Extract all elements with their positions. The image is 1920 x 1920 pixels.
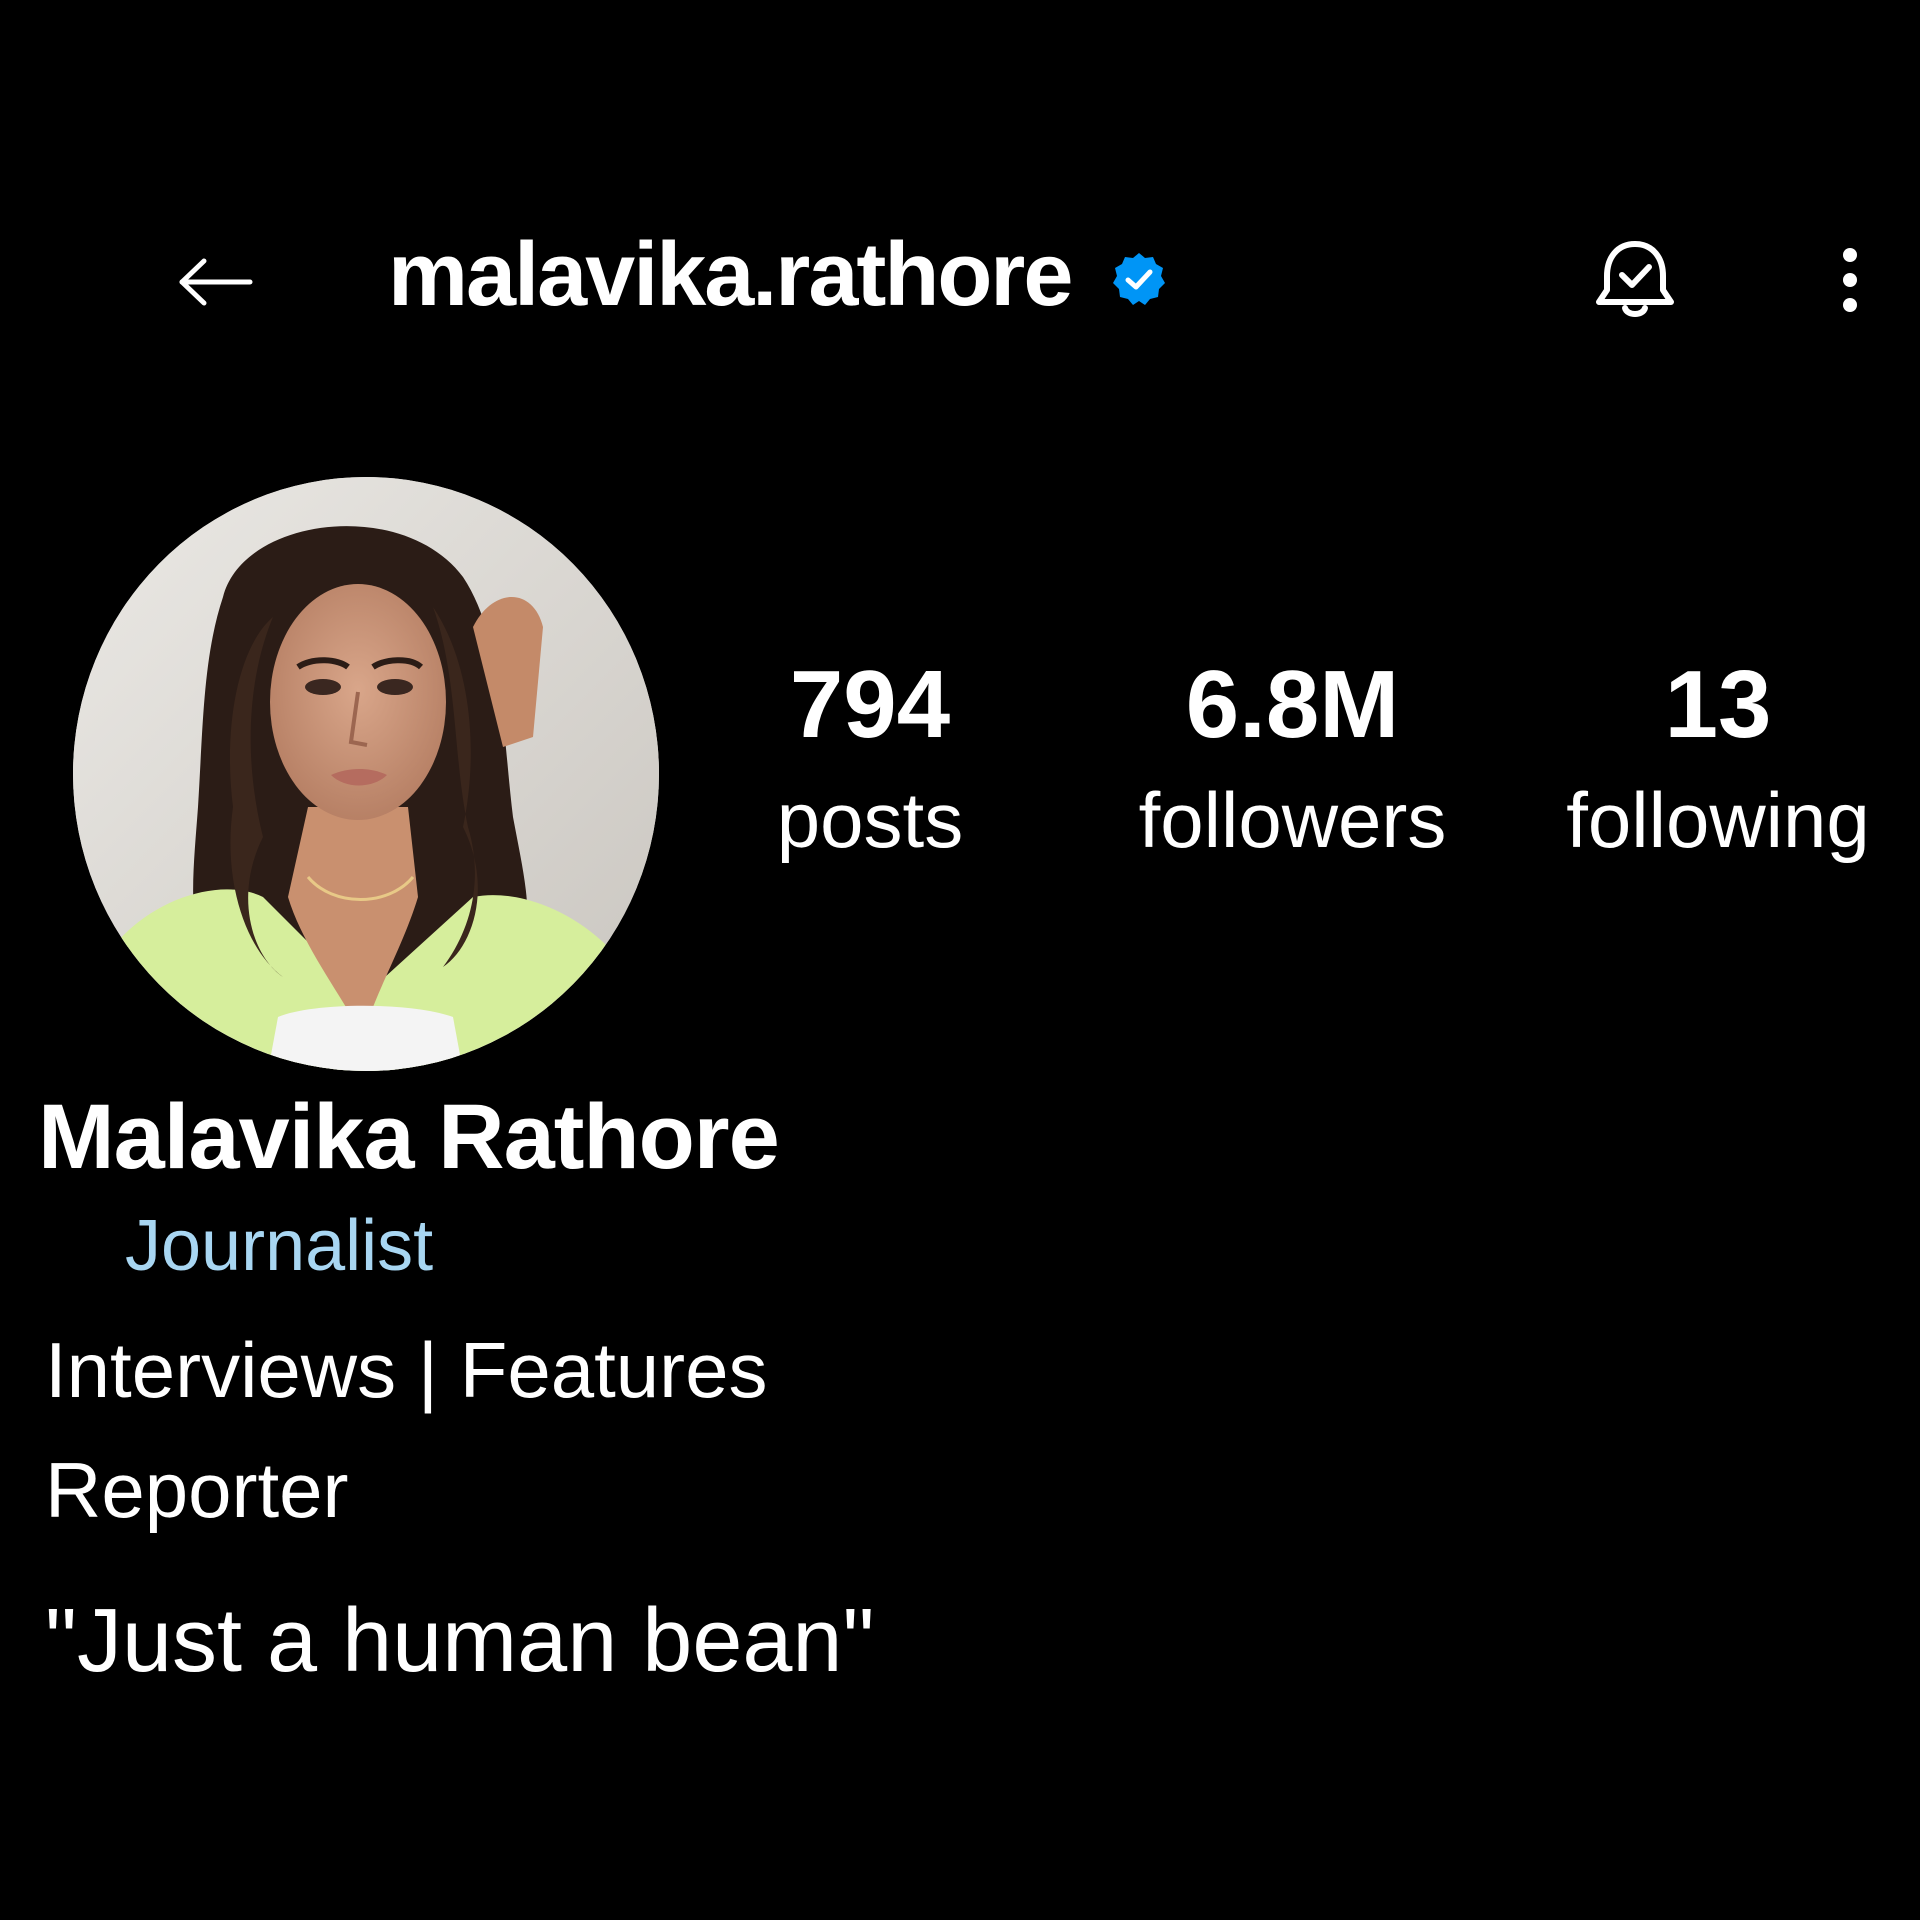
username-heading: malavika.rathore: [388, 220, 1167, 330]
followers-label: followers: [1138, 776, 1447, 864]
more-options-button[interactable]: [1820, 230, 1880, 330]
profile-page: malavika.rathore 794 posts 6.8M follower…: [0, 0, 1920, 1920]
following-label: following: [1566, 776, 1870, 864]
bell-check-icon: [1596, 241, 1674, 317]
followers-count: 6.8M: [1185, 651, 1400, 758]
back-button[interactable]: [170, 242, 260, 322]
bio-line: Interviews | Features: [45, 1326, 768, 1414]
following-stat[interactable]: 13 following: [1548, 645, 1888, 875]
display-name: Malavika Rathore: [38, 1086, 780, 1188]
more-vertical-icon: [1843, 248, 1857, 312]
arrow-left-icon: [179, 258, 253, 306]
verified-badge-icon: [1111, 251, 1167, 307]
posts-count: 794: [789, 651, 951, 758]
profile-stats: 794 posts 6.8M followers 13 following: [0, 645, 1920, 885]
profile-category: Journalist: [125, 1206, 434, 1286]
username: malavika.rathore: [388, 224, 1073, 325]
bio-line: Reporter: [45, 1446, 349, 1534]
profile-header: malavika.rathore: [0, 200, 1920, 350]
posts-stat[interactable]: 794 posts: [740, 645, 1000, 875]
bio-line: "Just a human bean": [45, 1591, 875, 1691]
followers-stat[interactable]: 6.8M followers: [1120, 645, 1465, 875]
following-count: 13: [1664, 651, 1772, 758]
posts-label: posts: [776, 776, 964, 864]
notifications-button[interactable]: [1585, 230, 1685, 330]
